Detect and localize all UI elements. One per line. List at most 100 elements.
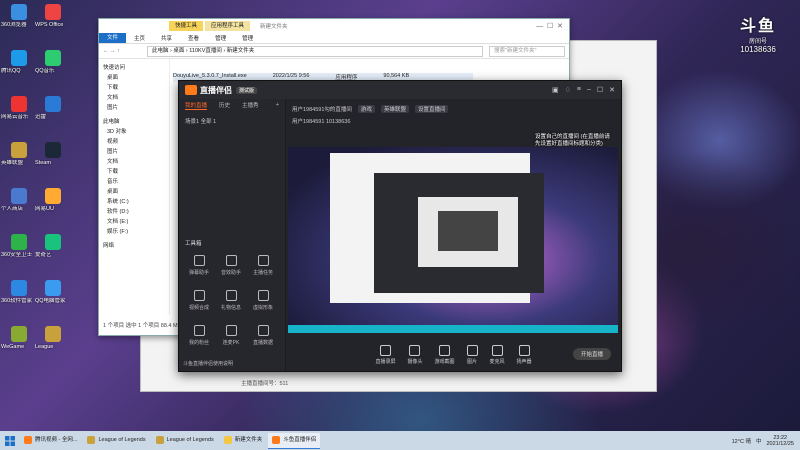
nav-buttons[interactable]: ← → ↑ (99, 48, 147, 54)
taskbar-item[interactable]: League of Legends (152, 433, 218, 448)
add-icon[interactable]: + (276, 102, 279, 108)
gift-icon[interactable]: ▣ (552, 86, 559, 94)
tool-item[interactable]: 礼物信息 (215, 290, 247, 311)
desktop-icon[interactable]: 360浏览器 (1, 2, 36, 44)
app-icon (11, 96, 27, 112)
nav-item[interactable]: 下载 (99, 83, 169, 93)
ribbon-share[interactable]: 共享 (153, 34, 180, 42)
desktop-icon[interactable]: QQ电脑管家 (35, 278, 70, 320)
desktop-icon-label: 腾讯QQ (1, 68, 21, 74)
tab-history[interactable]: 历史 (219, 101, 230, 109)
nav-item[interactable]: 文档 (99, 93, 169, 103)
desktop-icon[interactable]: League (35, 324, 70, 366)
nav-item[interactable]: 桌面 (99, 187, 169, 197)
nav-item[interactable]: 文档 (99, 157, 169, 167)
control-button[interactable]: 图片 (466, 345, 478, 365)
nav-item[interactable]: 图片 (99, 147, 169, 157)
desktop-icon[interactable]: 迅雷 (35, 94, 70, 136)
desktop-icon[interactable]: 英雄联盟 (1, 140, 36, 182)
taskbar-item[interactable]: 新建文件夹 (220, 433, 267, 448)
desktop-icon[interactable]: 腾讯QQ (1, 48, 36, 90)
tool-item[interactable]: 音效助手 (215, 255, 247, 276)
nav-item[interactable]: 软件 (D:) (99, 207, 169, 217)
control-button[interactable]: 麦克风 (490, 345, 505, 365)
desktop-icon[interactable]: WPS Office (35, 2, 70, 44)
desktop-icon[interactable]: 个人商店 (1, 186, 36, 228)
go-live-button[interactable]: 开始直播 (572, 348, 611, 360)
bell-icon[interactable]: ♢ (565, 86, 571, 94)
room-title: 用户1984591勾的直播间 (292, 107, 352, 113)
stream-preview[interactable] (288, 147, 618, 333)
nav-item[interactable]: 下载 (99, 167, 169, 177)
tool-item[interactable]: 虚拟形象 (247, 290, 279, 311)
control-icon (379, 345, 391, 356)
desktop-icon-label: Steam (35, 160, 51, 166)
address-bar[interactable]: 此电脑 › 桌面 › 110KV直播间 › 新建文件夹 (147, 45, 483, 57)
desktop-icon-label: 英雄联盟 (1, 160, 24, 166)
desktop-icon[interactable]: WeGame (1, 324, 36, 366)
tool-item[interactable]: 弹幕助手 (183, 255, 215, 276)
control-button[interactable]: 直播录屏 (375, 345, 395, 365)
taskbar-item[interactable]: League of Legends (83, 433, 149, 448)
tab-my-live[interactable]: 我的直播 (185, 101, 208, 110)
taskbar-item[interactable]: 腾讯视频 - 全网... (20, 433, 81, 448)
ribbon-manage-2[interactable]: 管理 (234, 34, 261, 42)
nav-item[interactable]: 此电脑 (99, 117, 169, 127)
desktop-icon[interactable]: QQ音乐 (35, 48, 70, 90)
usage-note[interactable]: 斗鱼直播伴侣使用说明 (183, 360, 233, 367)
douyu-watermark: 斗鱼 房间号 10138636 (740, 12, 776, 54)
start-button[interactable] (0, 435, 20, 446)
ribbon-file[interactable]: 文件 (99, 33, 127, 43)
menu-icon[interactable]: ≡ (577, 86, 581, 94)
nav-item[interactable]: 桌面 (99, 73, 169, 83)
tab-show[interactable]: 主播秀 (242, 101, 259, 109)
nav-item[interactable]: 图片 (99, 103, 169, 113)
streaming-app-window[interactable]: 直播伴侣 测试版 ▣ ♢ ≡ – ☐ ✕ 我的直播 历史 主播秀 + 场景1 全… (178, 80, 622, 372)
preview-image (288, 147, 618, 333)
nav-item[interactable]: 音乐 (99, 177, 169, 187)
nav-item[interactable]: 娱乐 (F:) (99, 227, 169, 237)
tool-item[interactable]: 直播数据 (247, 325, 279, 346)
app-tools-tab[interactable]: 应用程序工具 (205, 21, 251, 31)
nav-item[interactable]: 网络 (99, 241, 169, 251)
tag-lol[interactable]: 英雄联盟 (380, 105, 409, 113)
desktop-icon[interactable]: 360软件管家 (1, 278, 36, 320)
ribbon-view[interactable]: 查看 (180, 34, 207, 42)
app-titlebar[interactable]: 直播伴侣 测试版 ▣ ♢ ≡ – ☐ ✕ (179, 81, 621, 99)
nav-item[interactable]: 系统 (C:) (99, 197, 169, 207)
tag-settings[interactable]: 设置直播间 (414, 105, 449, 113)
clock[interactable]: 23:22 2021/12/25 (766, 435, 794, 447)
ribbon-home[interactable]: 主页 (126, 34, 153, 42)
desktop-icon[interactable]: 网易云音乐 (1, 94, 36, 136)
scene-label[interactable]: 场景1 全部 1 (185, 117, 285, 125)
control-button[interactable]: 摄像头 (407, 345, 422, 365)
maximize-icon[interactable]: ☐ (597, 86, 603, 94)
app-window-controls[interactable]: ▣ ♢ ≡ – ☐ ✕ (552, 86, 615, 94)
tool-item[interactable]: 主播任务 (247, 255, 279, 276)
tools-tab[interactable]: 快捷工具 (169, 21, 204, 31)
control-button[interactable]: 扬声器 (517, 345, 532, 365)
minimize-icon[interactable]: – (587, 86, 591, 94)
tool-item[interactable]: 连麦PK (215, 325, 247, 346)
control-button[interactable]: 游戏截图 (434, 345, 455, 365)
nav-item[interactable]: 视频 (99, 137, 169, 147)
window-controls[interactable]: — ☐ ✕ (536, 22, 563, 30)
nav-item[interactable]: 文档 (E:) (99, 217, 169, 227)
explorer-titlebar[interactable]: 快捷工具 应用程序工具 新建文件夹 — ☐ ✕ (99, 19, 569, 33)
nav-item[interactable]: 快速访问 (99, 63, 169, 73)
desktop-icon[interactable]: 爱奇艺 (35, 232, 70, 274)
room-meta: 用户1984591 10138636 (292, 119, 351, 125)
nav-item[interactable]: 3D 对象 (99, 127, 169, 137)
ribbon-manage[interactable]: 管理 (207, 34, 234, 42)
search-input[interactable]: 搜索"新建文件夹" (489, 45, 565, 57)
ime-indicator[interactable]: 中 (756, 437, 762, 445)
tool-item[interactable]: 我的粉丝 (183, 325, 215, 346)
desktop-icon[interactable]: 网易UU (35, 186, 70, 228)
close-icon[interactable]: ✕ (609, 86, 615, 94)
tag-game[interactable]: 游戏 (357, 105, 375, 113)
tool-item[interactable]: 视频合成 (183, 290, 215, 311)
desktop-icon[interactable]: Steam (35, 140, 70, 182)
taskbar-item[interactable]: 斗鱼直播伴侣 (268, 432, 321, 449)
weather[interactable]: 12°C 晴 (732, 437, 751, 445)
desktop-icon[interactable]: 360安全卫士 (1, 232, 36, 274)
